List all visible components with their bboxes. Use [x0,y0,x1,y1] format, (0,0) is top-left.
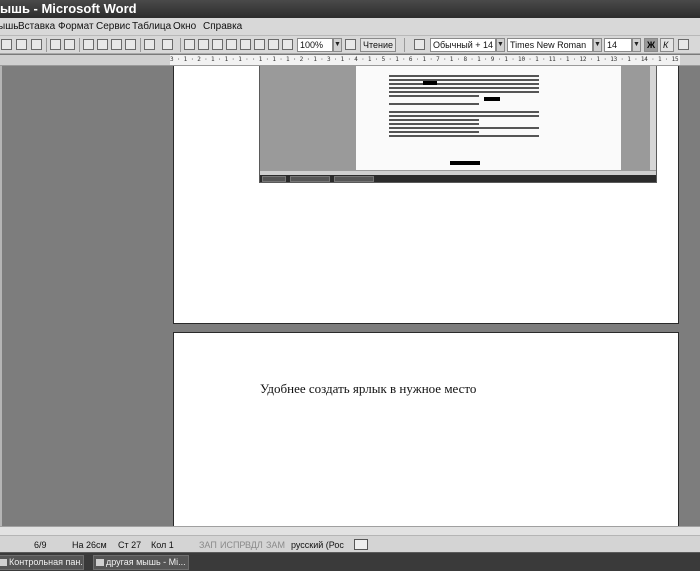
cut-icon[interactable] [83,39,94,50]
font-dropdown-icon[interactable]: ▼ [593,38,602,52]
horizontal-scrollbar[interactable] [0,527,700,536]
hyperlink-icon[interactable] [184,39,195,50]
status-rec[interactable]: ЗАП [199,539,217,551]
status-language: русский (Рос [291,540,344,550]
status-trk[interactable]: ИСПР [220,539,245,551]
font-size-select[interactable]: 14 [604,38,632,52]
title-bar[interactable]: ышь - Microsoft Word [0,0,700,18]
show-hide-icon[interactable] [282,39,293,50]
menu-help[interactable]: Справка [203,18,242,36]
embedded-taskbar [260,175,656,182]
reading-mode-button[interactable]: Чтение [360,38,397,52]
menu-tools[interactable]: Сервис [96,18,130,36]
embedded-highlight [450,161,480,165]
embedded-highlight [484,97,500,101]
style-dropdown-icon[interactable]: ▼ [496,38,505,52]
word-icon [96,559,104,566]
control-panel-icon [0,559,7,566]
status-ext[interactable]: ВДЛ [245,539,263,551]
ruler-scale: 3 · 1 · 2 · 1 · 1 · 1 · · 1 · 1 · 1 · 2 … [170,55,680,65]
embedded-gray-area [260,66,356,170]
style-select[interactable]: Обычный + 14 m [430,38,496,52]
undo-icon[interactable] [144,39,155,50]
spelling-icon[interactable] [50,39,61,50]
status-position: На 26см [72,540,107,550]
research-icon[interactable] [64,39,75,50]
tables-borders-icon[interactable] [198,39,209,50]
zoom-select[interactable]: 100% [297,38,333,52]
save-icon[interactable] [1,39,12,50]
format-painter-icon[interactable] [125,39,136,50]
print-icon[interactable] [16,39,27,50]
insert-table-icon[interactable] [212,39,223,50]
insert-excel-icon[interactable] [226,39,237,50]
embedded-scrollbar [650,66,656,170]
status-line: Ст 27 [118,540,142,550]
zoom-dropdown-icon[interactable]: ▼ [333,38,342,52]
toolbar-separator [404,38,405,52]
embedded-highlight [423,81,437,85]
document-page-2[interactable]: Удобнее создать ярлык в нужное место [173,332,679,526]
status-bar: 6/9 На 26см Ст 27 Кол 1 ЗАП ИСПР ВДЛ ЗАМ… [0,526,700,552]
window-title: ышь - Microsoft Word [0,1,137,16]
toolbar-separator [79,38,80,52]
redo-icon[interactable] [162,39,173,50]
toolbar-separator [180,38,181,52]
print-preview-icon[interactable] [31,39,42,50]
vertical-ruler [0,66,2,526]
taskbar-item-control-panel[interactable]: Контрольная пан... [0,555,84,570]
font-select[interactable]: Times New Roman [507,38,593,52]
menu-file[interactable]: ышь [0,18,18,36]
drawing-icon[interactable] [254,39,265,50]
document-text[interactable]: Удобнее создать ярлык в нужное место [260,381,476,397]
taskbar-item-word[interactable]: другая мышь - Mi... [93,555,189,570]
help-icon[interactable] [345,39,356,50]
taskbar: Контрольная пан... другая мышь - Mi... [0,552,700,571]
font-size-dropdown-icon[interactable]: ▼ [632,38,641,52]
menu-insert[interactable]: Вставка [18,18,55,36]
status-ovr[interactable]: ЗАМ [266,539,285,551]
horizontal-ruler[interactable]: 3 · 1 · 2 · 1 · 1 · 1 · · 1 · 1 · 1 · 2 … [0,55,700,66]
menu-format[interactable]: Формат [58,18,94,36]
embedded-text-block [389,75,539,139]
status-page: 6/9 [34,540,47,550]
spelling-status-icon[interactable] [354,539,368,550]
copy-icon[interactable] [97,39,108,50]
underline-icon[interactable] [678,39,689,50]
italic-button[interactable]: К [660,38,674,52]
paste-icon[interactable] [111,39,122,50]
taskbar-item-label: Контрольная пан... [9,557,84,567]
taskbar-item-label: другая мышь - Mi... [106,557,186,567]
menu-table[interactable]: Таблица [132,18,171,36]
toolbar-separator [140,38,141,52]
toolbar-separator [46,38,47,52]
document-map-icon[interactable] [268,39,279,50]
document-page-1[interactable] [173,66,679,324]
status-column: Кол 1 [151,540,174,550]
document-area[interactable]: Удобнее создать ярлык в нужное место [0,66,700,526]
columns-icon[interactable] [240,39,251,50]
menu-bar: ышь Вставка Формат Сервис Таблица Окно С… [0,18,700,36]
word-window: ышь - Microsoft Word ышь Вставка Формат … [0,0,700,571]
menu-window[interactable]: Окно [173,18,196,36]
styles-pane-icon[interactable] [414,39,425,50]
bold-button[interactable]: Ж [644,38,658,52]
embedded-screenshot [259,66,657,183]
reading-mode-label: Чтение [363,40,394,50]
toolbar: 100% ▼ Чтение Обычный + 14 m ▼ Times New… [0,36,700,54]
